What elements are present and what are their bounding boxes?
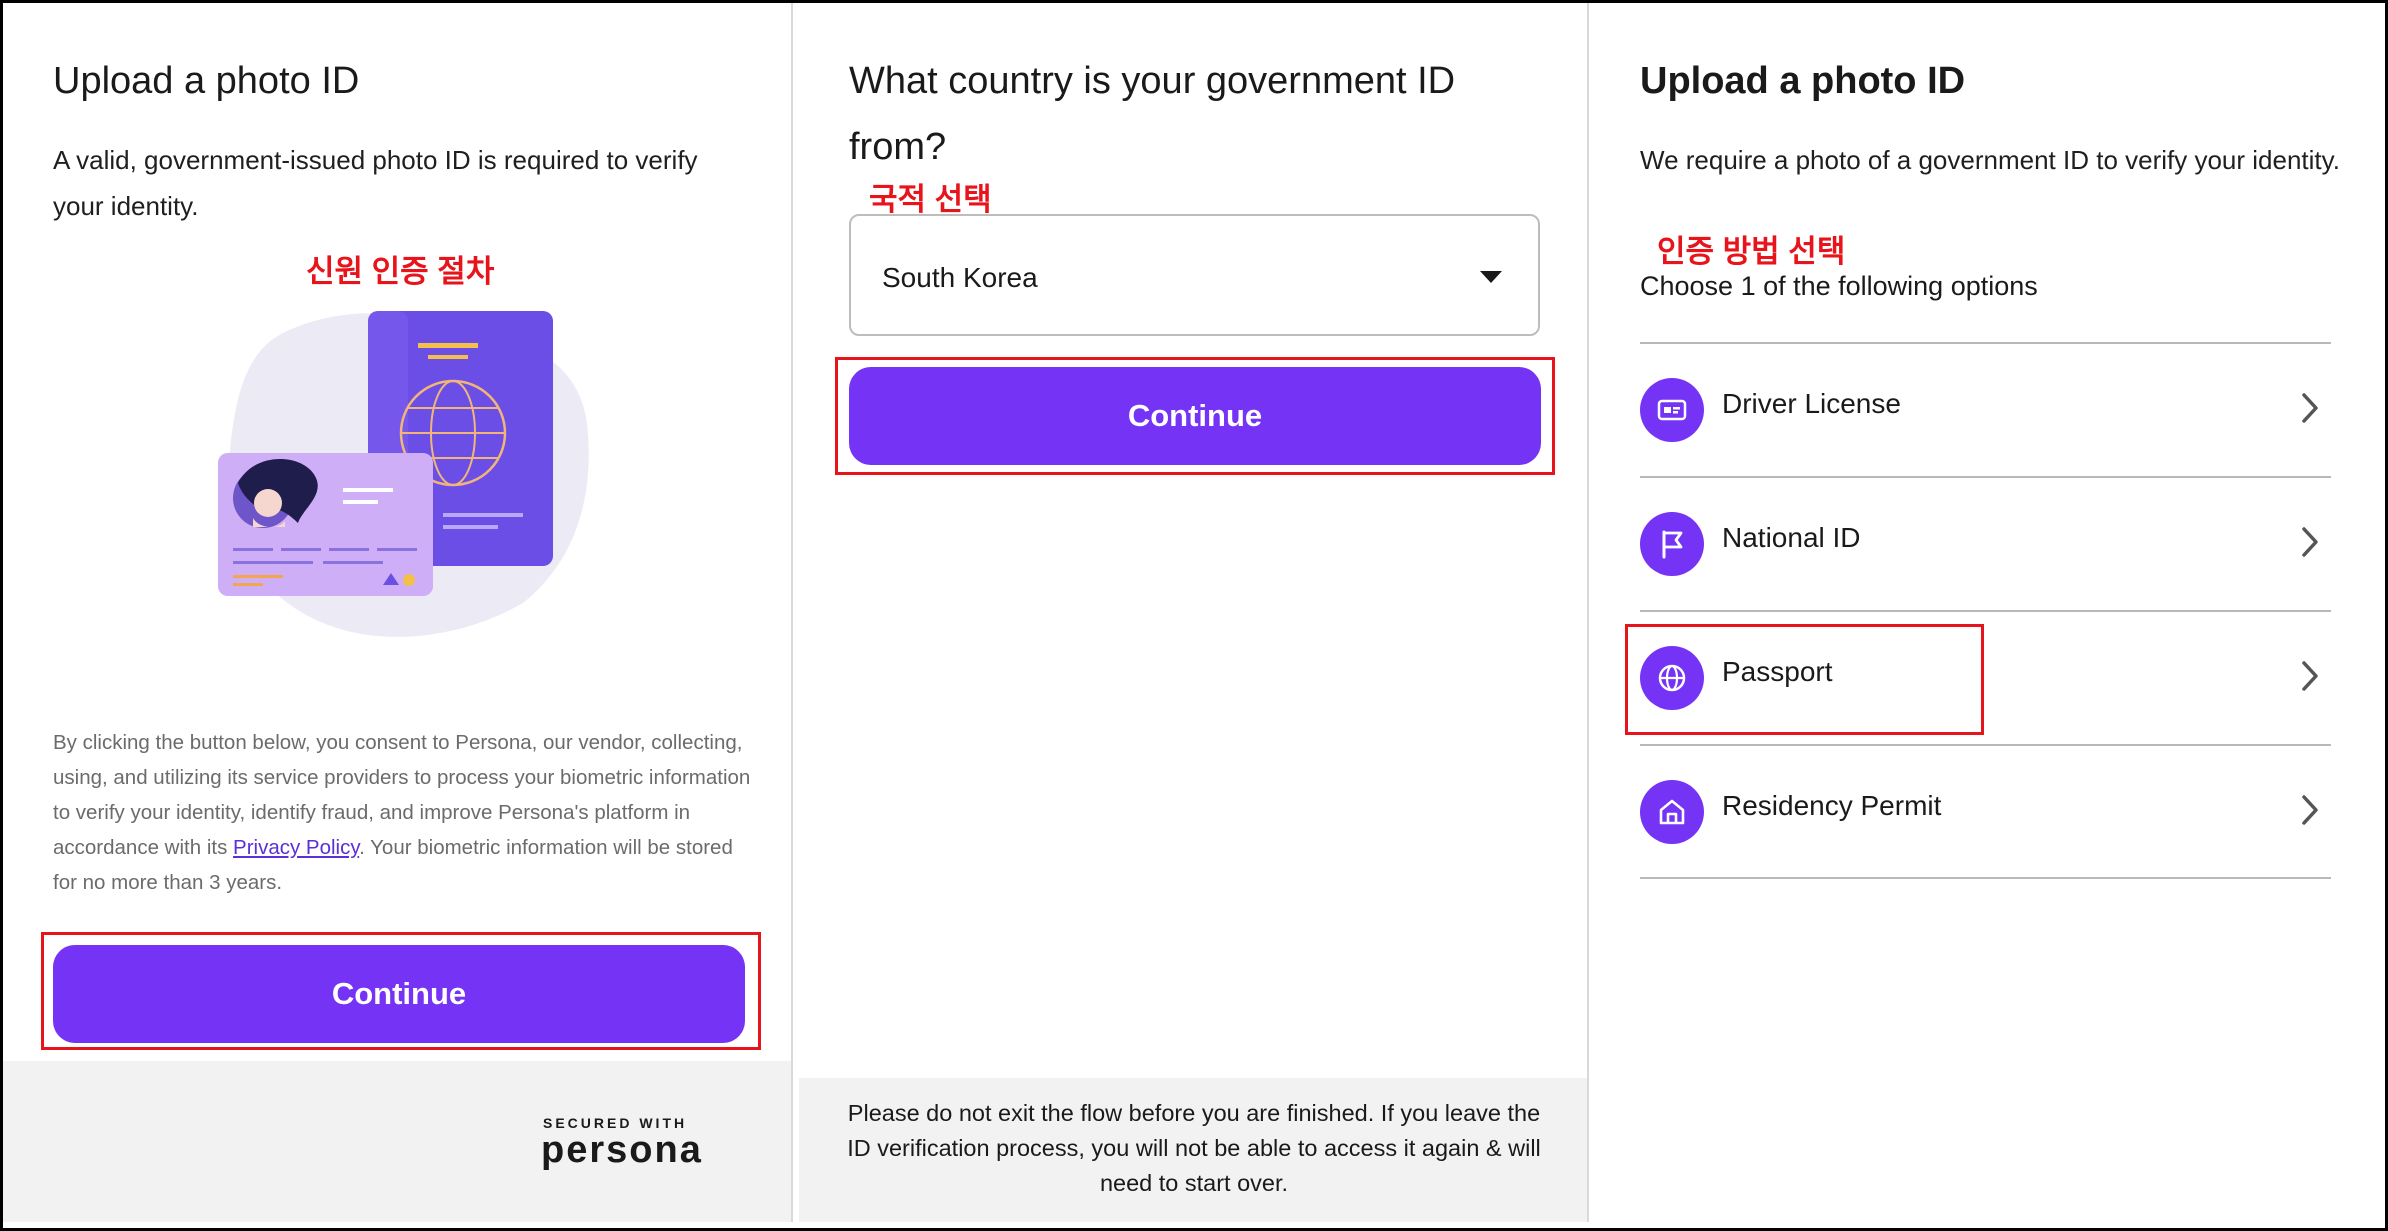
panel-country-select: What country is your government ID from?… [793, 3, 1587, 1222]
id-illustration [203, 303, 603, 643]
consent-text: By clicking the button below, you consen… [53, 725, 758, 900]
panel-upload-intro: Upload a photo ID A valid, government-is… [3, 3, 791, 1222]
option-driver-license[interactable]: Driver License [1640, 342, 2331, 474]
chevron-right-icon [2301, 794, 2319, 831]
country-select[interactable]: South Korea [849, 214, 1540, 336]
persona-logo: persona [541, 1129, 703, 1171]
panel-id-type-select: Upload a photo ID We require a photo of … [1589, 3, 2382, 1222]
annotation-highlight-box [1625, 624, 1984, 735]
exit-warning-text: Please do not exit the flow before you a… [847, 1100, 1541, 1196]
footer-notice: Please do not exit the flow before you a… [799, 1078, 1587, 1222]
option-residency-permit[interactable]: Residency Permit [1640, 744, 2331, 879]
footer: SECURED WITH persona [3, 1061, 791, 1222]
annotation-label: 국적 선택 [869, 182, 992, 217]
chevron-right-icon [2301, 660, 2319, 697]
page-title: Upload a photo ID [53, 60, 360, 102]
chevron-right-icon [2301, 526, 2319, 563]
id-card-icon [1640, 378, 1704, 442]
intro-description: We require a photo of a government ID to… [1640, 145, 2340, 175]
caret-down-icon [1480, 270, 1502, 288]
chevron-right-icon [2301, 392, 2319, 429]
annotation-label: 인증 방법 선택 [1657, 234, 1846, 269]
choose-option-text: Choose 1 of the following options [1640, 271, 2038, 301]
annotation-label: 신원 인증 절차 [306, 254, 495, 289]
intro-description: A valid, government-issued photo ID is r… [53, 145, 698, 221]
option-national-id[interactable]: National ID [1640, 476, 2331, 608]
option-label: Driver License [1722, 388, 1901, 419]
continue-button[interactable]: Continue [53, 945, 745, 1043]
page-title: Upload a photo ID [1640, 60, 1966, 102]
option-label: Residency Permit [1722, 790, 1942, 821]
page-title: What country is your government ID from? [849, 60, 1456, 168]
country-select-value: South Korea [882, 262, 1038, 293]
privacy-policy-link[interactable]: Privacy Policy [233, 836, 359, 859]
option-label: National ID [1722, 522, 1861, 553]
home-icon [1640, 780, 1704, 844]
continue-button[interactable]: Continue [849, 367, 1541, 465]
flag-icon [1640, 512, 1704, 576]
